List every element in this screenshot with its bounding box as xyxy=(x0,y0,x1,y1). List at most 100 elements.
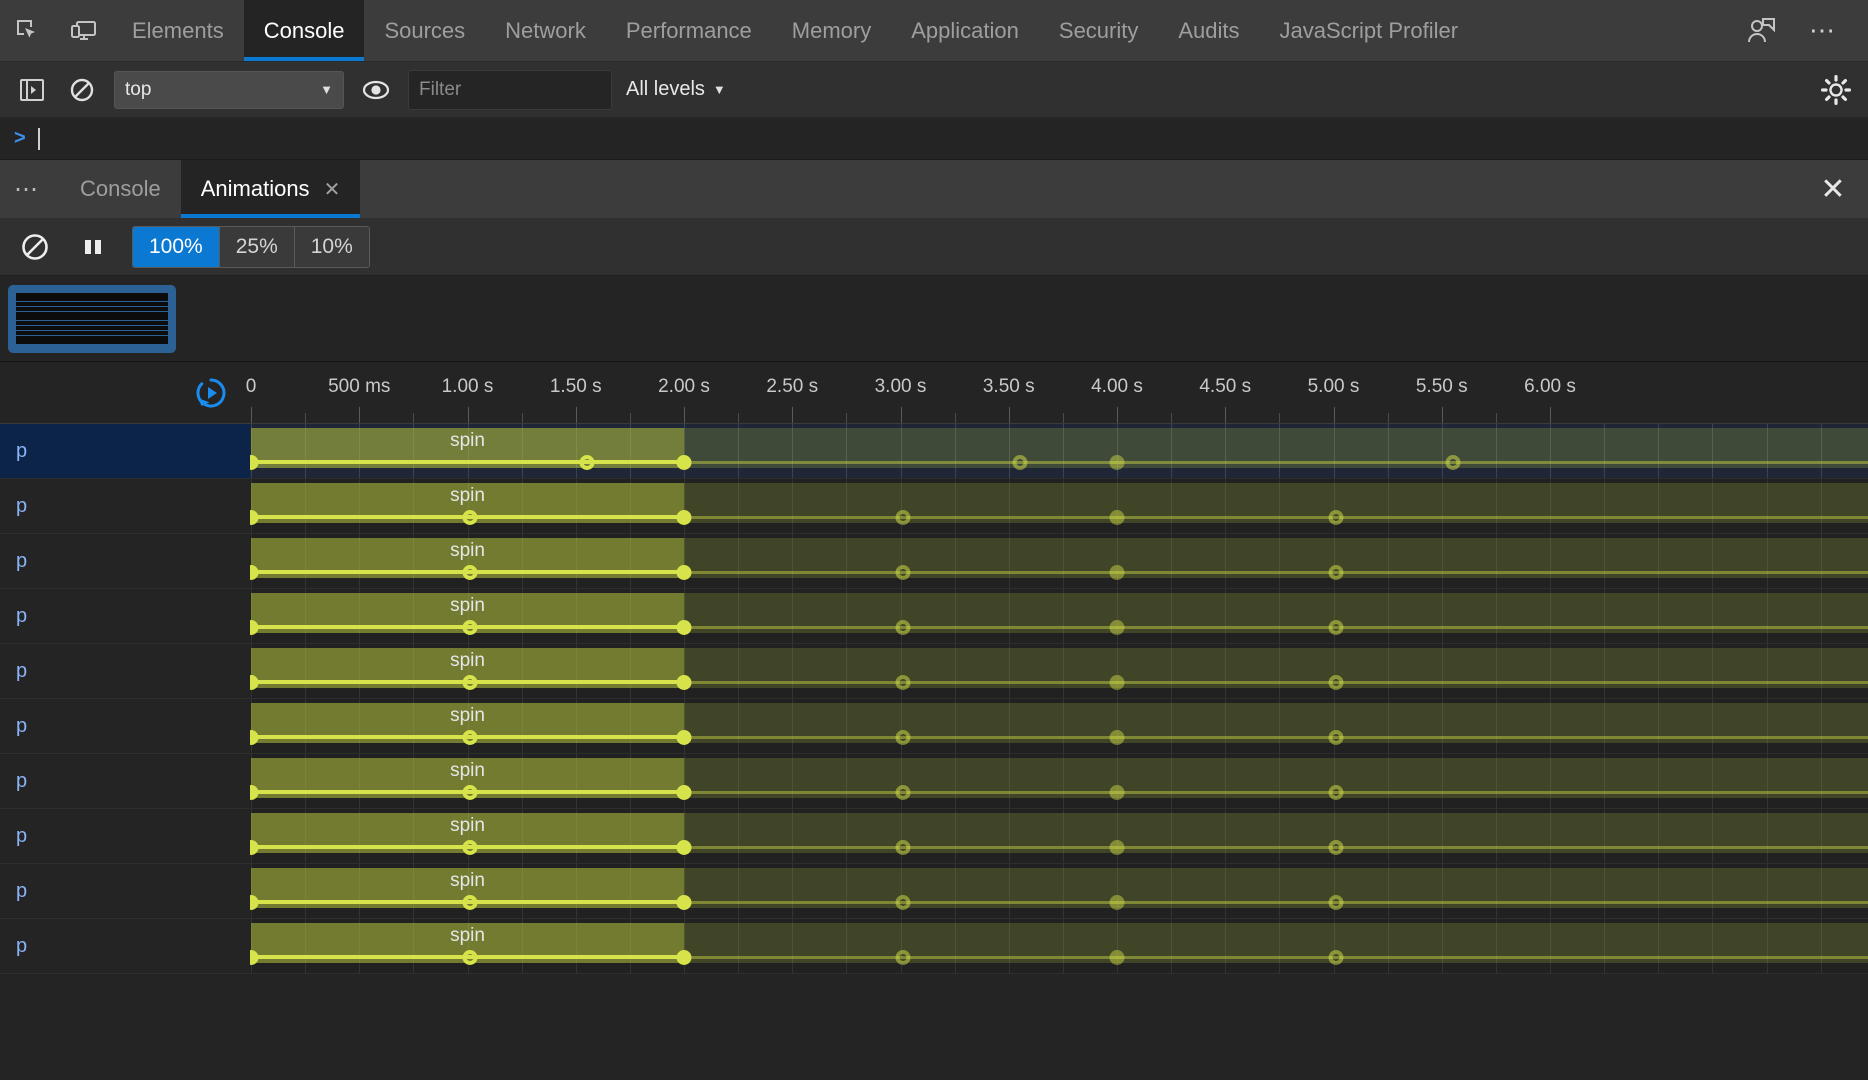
main-menu-icon[interactable]: ⋯ xyxy=(1799,15,1848,46)
tab-javascript-profiler[interactable]: JavaScript Profiler xyxy=(1260,0,1479,61)
animation-row-track[interactable]: spin xyxy=(243,919,1868,973)
animation-row[interactable]: p spin xyxy=(0,699,1868,754)
tab-elements[interactable]: Elements xyxy=(112,0,244,61)
animation-iteration-marker[interactable] xyxy=(1328,620,1344,635)
animation-iteration-marker[interactable] xyxy=(1109,840,1125,855)
animation-keyframe-dot[interactable] xyxy=(676,675,692,690)
animation-iteration-marker[interactable] xyxy=(1012,455,1028,470)
animation-row[interactable]: p spin xyxy=(0,424,1868,479)
animation-row-node-label[interactable]: p xyxy=(0,864,250,918)
animation-row[interactable]: p spin xyxy=(0,754,1868,809)
tab-application[interactable]: Application xyxy=(891,0,1039,61)
animation-iteration-marker[interactable] xyxy=(895,950,911,965)
tab-sources[interactable]: Sources xyxy=(364,0,485,61)
animation-iteration-marker[interactable] xyxy=(895,675,911,690)
console-prompt-row[interactable]: > xyxy=(0,118,1868,160)
log-levels-select[interactable]: All levels ▼ xyxy=(626,78,726,101)
drawer-tab-console[interactable]: Console xyxy=(60,160,181,218)
animation-keyframe-dot[interactable] xyxy=(676,895,692,910)
speed-25-button[interactable]: 25% xyxy=(219,226,295,267)
animation-iteration-marker[interactable] xyxy=(1328,840,1344,855)
animation-iteration-marker[interactable] xyxy=(1109,675,1125,690)
animation-row-track[interactable]: spin xyxy=(243,754,1868,808)
animation-keyframe-dot[interactable] xyxy=(676,620,692,635)
animation-row[interactable]: p spin xyxy=(0,809,1868,864)
animation-row-node-label[interactable]: p xyxy=(0,644,250,698)
animation-row-node-label[interactable]: p xyxy=(0,424,250,478)
animation-row[interactable]: p spin xyxy=(0,919,1868,974)
animation-keyframe-dot[interactable] xyxy=(462,895,478,910)
animation-keyframe-dot[interactable] xyxy=(462,675,478,690)
animation-iteration-marker[interactable] xyxy=(1328,730,1344,745)
animation-iteration-marker[interactable] xyxy=(1328,950,1344,965)
timeline-ruler[interactable]: 0 500 ms 1.00 s 1.50 s 2.00 s 2.50 s 3.00 s 3.5… xyxy=(0,362,1868,424)
replay-icon[interactable] xyxy=(194,376,228,410)
toggle-device-toolbar-icon[interactable] xyxy=(56,0,112,61)
animation-iteration-marker[interactable] xyxy=(1328,785,1344,800)
animation-row-node-label[interactable]: p xyxy=(0,479,250,533)
account-icon[interactable] xyxy=(1733,17,1789,45)
animation-row[interactable]: p spin xyxy=(0,479,1868,534)
tab-memory[interactable]: Memory xyxy=(772,0,891,61)
animation-iteration-marker[interactable] xyxy=(1109,895,1125,910)
animation-iteration-marker[interactable] xyxy=(895,840,911,855)
animation-iteration-marker[interactable] xyxy=(1328,675,1344,690)
animation-row-node-label[interactable]: p xyxy=(0,809,250,863)
gear-icon[interactable] xyxy=(1818,72,1854,108)
tab-security[interactable]: Security xyxy=(1039,0,1158,61)
animation-iteration-marker[interactable] xyxy=(895,620,911,635)
animation-iteration-marker[interactable] xyxy=(895,785,911,800)
animation-row-node-label[interactable]: p xyxy=(0,699,250,753)
live-expression-icon[interactable] xyxy=(358,72,394,108)
animation-iteration-marker[interactable] xyxy=(1109,950,1125,965)
animation-keyframe-dot[interactable] xyxy=(462,840,478,855)
animation-row-node-label[interactable]: p xyxy=(0,754,250,808)
animation-iteration-marker[interactable] xyxy=(895,895,911,910)
animation-row[interactable]: p spin xyxy=(0,589,1868,644)
animation-row-node-label[interactable]: p xyxy=(0,589,250,643)
animation-keyframe-dot[interactable] xyxy=(676,840,692,855)
animation-row-track[interactable]: spin xyxy=(243,534,1868,588)
animation-row[interactable]: p spin xyxy=(0,644,1868,699)
tab-audits[interactable]: Audits xyxy=(1158,0,1259,61)
animation-iteration-marker[interactable] xyxy=(895,510,911,525)
animation-row-track[interactable]: spin xyxy=(243,809,1868,863)
animation-preview-thumbnail[interactable] xyxy=(8,284,176,353)
speed-10-button[interactable]: 10% xyxy=(294,226,369,267)
inspect-element-icon[interactable] xyxy=(0,0,56,61)
animation-keyframe-dot[interactable] xyxy=(676,730,692,745)
animation-row-track[interactable]: spin xyxy=(243,699,1868,753)
speed-100-button[interactable]: 100% xyxy=(133,226,220,267)
animation-keyframe-dot[interactable] xyxy=(462,785,478,800)
animation-keyframe-dot[interactable] xyxy=(676,950,692,965)
animation-row-node-label[interactable]: p xyxy=(0,919,250,973)
animation-row-node-label[interactable]: p xyxy=(0,534,250,588)
animation-iteration-marker[interactable] xyxy=(1109,730,1125,745)
console-filter-input[interactable] xyxy=(408,69,612,110)
animation-iteration-marker[interactable] xyxy=(1328,510,1344,525)
animation-row-track[interactable]: spin xyxy=(243,479,1868,533)
animation-iteration-marker[interactable] xyxy=(1109,565,1125,580)
execution-context-select[interactable]: top ▼ xyxy=(114,70,344,109)
more-tabs-icon[interactable]: ⋯ xyxy=(0,160,60,218)
animation-row[interactable]: p spin xyxy=(0,864,1868,919)
animation-keyframe-dot[interactable] xyxy=(462,730,478,745)
tab-performance[interactable]: Performance xyxy=(606,0,772,61)
close-icon[interactable]: ✕ xyxy=(324,177,341,202)
clear-console-icon[interactable] xyxy=(64,72,100,108)
animation-keyframe-dot[interactable] xyxy=(676,455,692,470)
animation-row-track[interactable]: spin xyxy=(243,864,1868,918)
animation-iteration-marker[interactable] xyxy=(1109,620,1125,635)
animation-iteration-marker[interactable] xyxy=(1328,565,1344,580)
animation-iteration-marker[interactable] xyxy=(895,565,911,580)
animation-row[interactable]: p spin xyxy=(0,534,1868,589)
animation-keyframe-dot[interactable] xyxy=(676,785,692,800)
animation-row-track[interactable]: spin xyxy=(243,589,1868,643)
animation-keyframe-dot[interactable] xyxy=(676,565,692,580)
pause-icon[interactable] xyxy=(74,228,112,266)
animation-keyframe-dot[interactable] xyxy=(462,565,478,580)
animation-iteration-marker[interactable] xyxy=(1445,455,1461,470)
animation-iteration-marker[interactable] xyxy=(1109,785,1125,800)
console-sidebar-toggle-icon[interactable] xyxy=(14,72,50,108)
clear-animations-icon[interactable] xyxy=(16,228,54,266)
